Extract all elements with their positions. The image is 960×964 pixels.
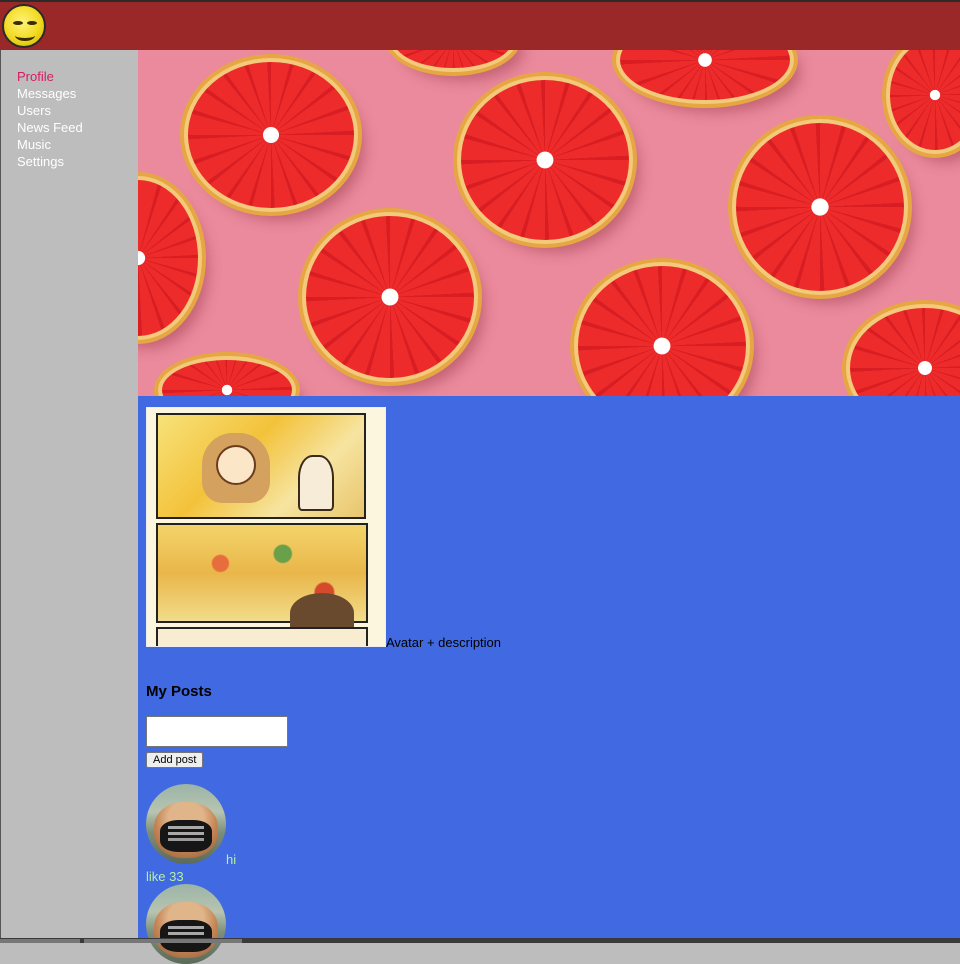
logo-eye bbox=[13, 21, 23, 25]
profile-banner-image bbox=[138, 50, 960, 396]
profile-avatar-image bbox=[146, 407, 386, 647]
grapefruit-slice bbox=[850, 308, 960, 396]
avatar-sign bbox=[160, 920, 212, 952]
grapefruit-slice bbox=[736, 123, 904, 291]
logo-eye bbox=[27, 21, 37, 25]
grapefruit-slice bbox=[393, 50, 513, 68]
comic-cat bbox=[298, 455, 334, 511]
comic-panel bbox=[156, 523, 368, 633]
grapefruit-slice bbox=[306, 216, 474, 378]
post-avatar bbox=[146, 784, 226, 864]
nav-item-music[interactable]: Music bbox=[17, 136, 138, 153]
nav-item-settings[interactable]: Settings bbox=[17, 153, 138, 170]
logo-mouth bbox=[15, 30, 35, 41]
grapefruit-slice bbox=[162, 360, 292, 396]
nav-item-users[interactable]: Users bbox=[17, 102, 138, 119]
post-avatar bbox=[146, 884, 226, 964]
post-item bbox=[146, 884, 226, 964]
new-post-textarea[interactable] bbox=[146, 716, 288, 747]
comic-girl-face bbox=[216, 445, 256, 485]
post-message: hi bbox=[226, 852, 237, 867]
grapefruit-slice bbox=[620, 50, 790, 100]
app-header bbox=[0, 0, 960, 50]
sidebar: Profile Messages Users News Feed Music S… bbox=[0, 50, 138, 943]
grapefruit-slice bbox=[138, 180, 198, 336]
comic-panel bbox=[156, 413, 366, 519]
sidebar-nav: Profile Messages Users News Feed Music S… bbox=[1, 50, 138, 170]
grapefruit-slice bbox=[461, 80, 629, 240]
grapefruit-slice bbox=[890, 50, 960, 150]
avatar-description: Avatar + description bbox=[386, 635, 502, 650]
grapefruit-slice bbox=[578, 266, 746, 396]
taskbar bbox=[0, 938, 960, 943]
grapefruit-slice bbox=[188, 62, 354, 208]
add-post-button[interactable]: Add post bbox=[146, 752, 204, 768]
taskbar-item[interactable] bbox=[0, 939, 80, 943]
nav-item-news-feed[interactable]: News Feed bbox=[17, 119, 138, 136]
nav-item-profile[interactable]: Profile bbox=[17, 68, 138, 85]
logo-smiley-icon[interactable] bbox=[2, 4, 46, 48]
avatar-sign bbox=[160, 820, 212, 852]
my-posts-heading: My Posts bbox=[146, 683, 212, 700]
nav-item-messages[interactable]: Messages bbox=[17, 85, 138, 102]
comic-panel bbox=[156, 627, 368, 646]
post-item: hi like 33 bbox=[146, 784, 236, 884]
post-likes: like 33 bbox=[146, 869, 184, 884]
profile-content: Avatar + description My Posts Add post h… bbox=[138, 396, 960, 964]
taskbar-item[interactable] bbox=[84, 939, 242, 943]
